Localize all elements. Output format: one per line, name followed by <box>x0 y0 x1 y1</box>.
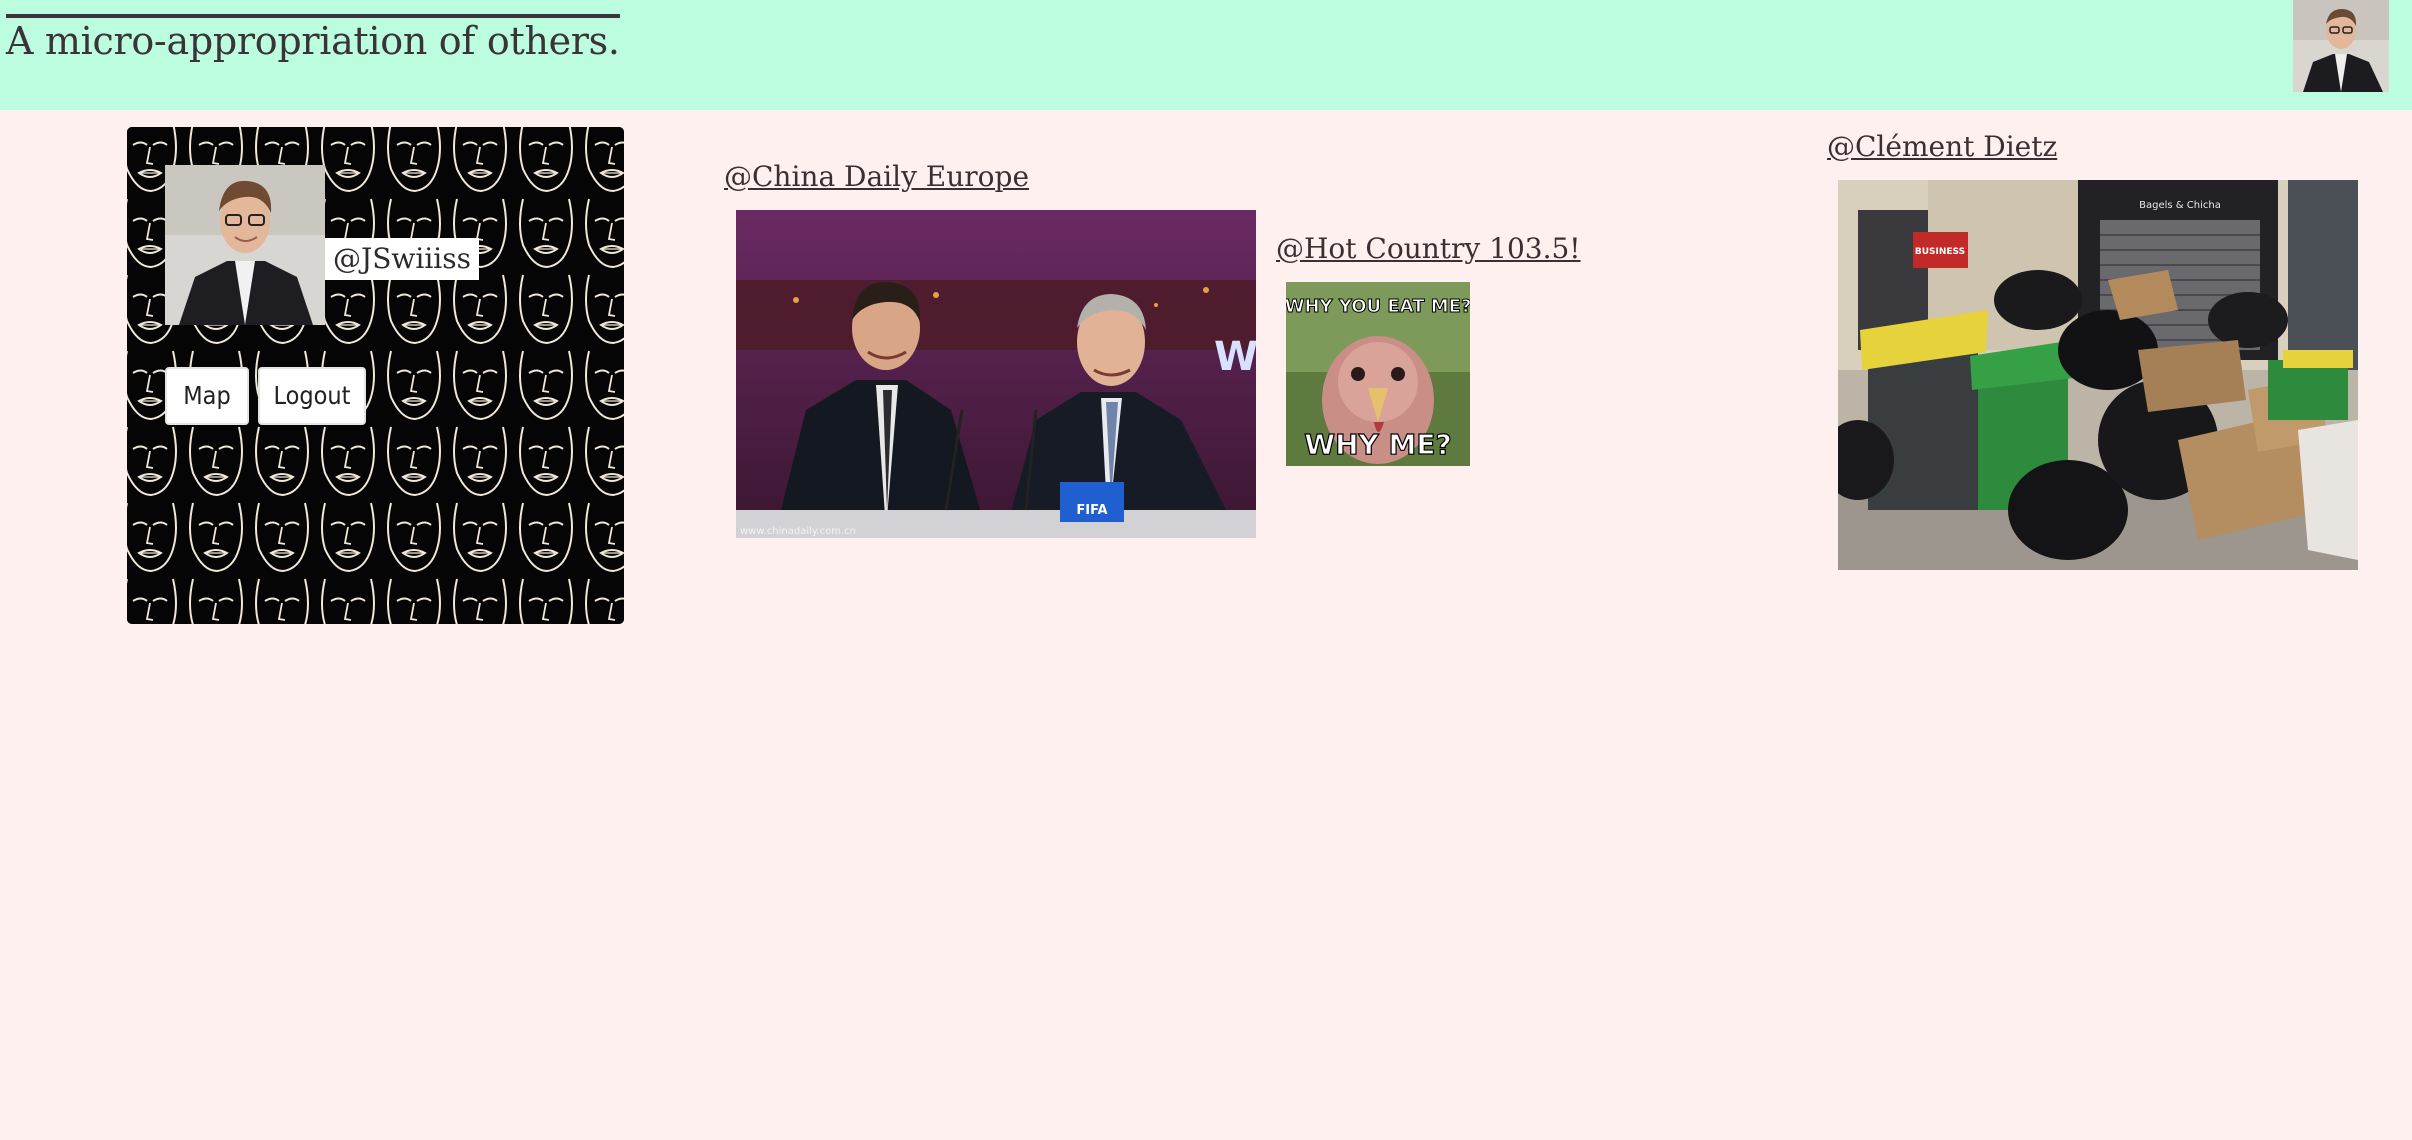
shop-sign: Bagels & Chicha <box>2139 200 2221 211</box>
logout-button[interactable]: Logout <box>258 367 366 425</box>
user-avatar[interactable] <box>2293 0 2389 92</box>
post-author-link[interactable]: @China Daily Europe <box>724 160 1029 194</box>
post-author-link[interactable]: @Clément Dietz <box>1827 130 2057 164</box>
fifa-badge: FIFA <box>1076 503 1107 518</box>
profile-handle[interactable]: @JSwiiiss <box>325 238 479 280</box>
meme-bottom-text: WHY ME? <box>1304 428 1452 461</box>
post-image[interactable]: WHY YOU EAT ME? WHY ME? <box>1286 282 1470 466</box>
post-image[interactable]: Bagels & Chicha BUSINESS <box>1838 180 2358 570</box>
post-author-link[interactable]: @Hot Country 103.5! <box>1276 232 1581 266</box>
image-caption: www.chinadaily.com.cn <box>740 526 856 537</box>
shop-sign-small: BUSINESS <box>1915 247 1965 257</box>
post-image[interactable]: W FIFA www.chinadaily.com.cn <box>736 210 1256 538</box>
meme-top-text: WHY YOU EAT ME? <box>1286 296 1470 317</box>
profile-avatar[interactable] <box>165 165 325 325</box>
site-header: A micro-appropriation of others. <box>0 0 2412 110</box>
profile-card: @JSwiiiss Map Logout <box>127 127 624 624</box>
svg-text:W: W <box>1214 334 1256 380</box>
site-title[interactable]: A micro-appropriation of others. <box>6 14 620 64</box>
map-button[interactable]: Map <box>165 367 249 425</box>
